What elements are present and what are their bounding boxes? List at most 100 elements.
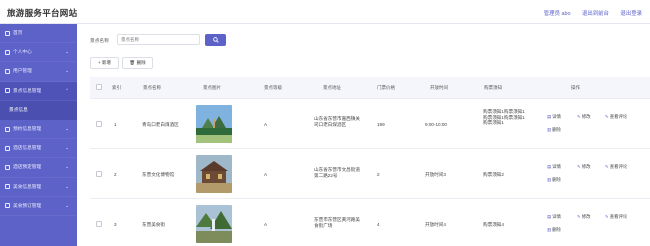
row-price: 2 <box>377 172 380 177</box>
row-notes: 购票须知1购票须知1购票须知1购票须知1购票须知1 <box>483 109 525 126</box>
detail-button[interactable]: ▤详情 <box>547 164 561 170</box>
row-name: 青岛口老白煤酒区 <box>142 122 179 127</box>
sidebar-item-label: 美食信息管理 <box>13 183 42 189</box>
back-to-frontend-link[interactable]: 退出到前台 <box>582 11 609 17</box>
detail-label: 详情 <box>552 114 561 119</box>
col-notes[interactable]: 购票须知 <box>484 85 502 91</box>
sidebar-subitem-attraction-info[interactable]: 景点信息 <box>0 100 77 120</box>
select-all-checkbox[interactable] <box>96 84 102 90</box>
edit-label: 修改 <box>581 164 591 169</box>
detail-button[interactable]: ▤详情 <box>547 214 561 220</box>
sidebar-item-label: 景点信息管理 <box>13 87 42 93</box>
edit-button[interactable]: ✎修改 <box>577 164 590 170</box>
table-row: 2 东营文化博物馆 A 山东省东营市文昌街道第二路22号 2 开放时间3 购票须… <box>90 149 650 199</box>
chevron-down-icon: ⌄ <box>65 202 69 208</box>
row-index: 1 <box>114 122 117 127</box>
col-address[interactable]: 景点地址 <box>323 85 341 91</box>
map-icon <box>5 88 10 94</box>
edit-button[interactable]: ✎修改 <box>577 214 590 220</box>
search-label: 景点名称 <box>90 38 109 43</box>
chevron-down-icon: ⌄ <box>65 164 69 170</box>
edit-icon: ✎ <box>577 214 581 219</box>
view-comments-button[interactable]: ✎查看评论 <box>605 114 627 120</box>
row-checkbox[interactable] <box>96 221 102 227</box>
row-address: 山东省东营市嘉西镇关司口老白煤酒区 <box>314 116 360 127</box>
sidebar-item-label: 个人中心 <box>13 49 32 55</box>
sidebar-item-user-management[interactable]: 用户管理 ⌄ <box>0 62 77 82</box>
trash-icon: ▥ <box>547 127 552 132</box>
sidebar-subitem-label: 景点信息 <box>9 107 28 113</box>
sidebar-item-label: 美食预订管理 <box>13 202 42 208</box>
trash-icon: ▥ <box>547 227 552 232</box>
table-header: 索引 景点名称 景点图片 景点等级 景点地址 门票价格 开放时间 购票须知 操作 <box>90 77 650 99</box>
col-open-time[interactable]: 开放时间 <box>430 85 448 91</box>
row-delete-label: 删除 <box>552 127 561 132</box>
chevron-down-icon: ⌄ <box>65 145 69 151</box>
doc-icon: ▤ <box>547 114 552 119</box>
attraction-image <box>196 205 232 243</box>
chevron-down-icon: ⌄ <box>65 49 69 55</box>
sidebar-item-reservation-management[interactable]: 预约信息管理 ⌄ <box>0 120 77 140</box>
row-index: 3 <box>114 222 117 227</box>
delete-button[interactable]: 🗑 删除 <box>122 57 153 69</box>
table-row: 3 东营美食街 A 东营市东营区黄河路美食街广场 4 开放时间4 购票须知4 ▤… <box>90 199 650 246</box>
sidebar-item-food-management[interactable]: 美食信息管理 ⌄ <box>0 178 77 197</box>
view-comments-button[interactable]: ✎查看评论 <box>605 214 627 220</box>
comments-label: 查看评论 <box>609 164 628 169</box>
user-icon <box>5 49 10 55</box>
hotel-icon <box>5 145 10 151</box>
row-notes: 购票须知2 <box>483 172 504 177</box>
col-level[interactable]: 景点等级 <box>264 85 282 91</box>
row-delete-label: 删除 <box>552 177 561 182</box>
row-delete-button[interactable]: ▥删除 <box>547 227 561 233</box>
sidebar-item-attraction-management[interactable]: 景点信息管理 ⌃ <box>0 81 77 101</box>
edit-button[interactable]: ✎修改 <box>577 114 590 120</box>
search-button[interactable] <box>205 34 226 46</box>
search-input[interactable] <box>117 34 200 45</box>
row-delete-button[interactable]: ▥删除 <box>547 127 561 133</box>
row-index: 2 <box>114 172 117 177</box>
col-name[interactable]: 景点名称 <box>143 85 161 91</box>
users-icon <box>5 68 10 74</box>
sidebar-item-hotel-booking-management[interactable]: 酒店预定管理 ⌄ <box>0 158 77 178</box>
col-index: 索引 <box>112 85 121 90</box>
row-checkbox[interactable] <box>96 171 102 177</box>
header-links: 管理员 abo 退出到前台 退出登录 <box>544 9 642 17</box>
booking-icon <box>5 164 10 170</box>
sidebar-item-hotel-management[interactable]: 酒店信息管理 ⌄ <box>0 139 77 159</box>
row-level: A <box>264 222 268 227</box>
trash-icon: 🗑 <box>129 60 136 65</box>
view-comments-button[interactable]: ✎查看评论 <box>605 164 627 170</box>
chevron-up-icon: ⌃ <box>65 87 69 93</box>
chevron-down-icon: ⌄ <box>65 68 69 74</box>
search-icon <box>212 37 219 43</box>
comment-icon: ✎ <box>605 114 609 119</box>
detail-button[interactable]: ▤详情 <box>547 114 561 120</box>
food-icon <box>5 184 10 190</box>
row-checkbox[interactable] <box>96 121 102 127</box>
sidebar-item-label: 酒店预定管理 <box>13 164 42 170</box>
row-price: 4 <box>377 222 380 227</box>
row-delete-button[interactable]: ▥删除 <box>547 177 561 183</box>
chevron-down-icon: ⌄ <box>65 125 69 131</box>
row-delete-label: 删除 <box>552 227 561 232</box>
logout-link[interactable]: 退出登录 <box>620 11 642 17</box>
add-button[interactable]: + 新增 <box>90 57 119 69</box>
trash-icon: ▥ <box>547 177 552 182</box>
doc-icon: ▤ <box>547 164 552 169</box>
comment-icon: ✎ <box>605 164 609 169</box>
comments-label: 查看评论 <box>609 214 628 219</box>
sidebar-item-personal-center[interactable]: 个人中心 ⌄ <box>0 43 77 63</box>
edit-icon: ✎ <box>577 114 581 119</box>
row-name: 东营文化博物馆 <box>142 172 175 177</box>
sidebar-item-label: 用户管理 <box>13 68 32 74</box>
col-price[interactable]: 门票价格 <box>377 85 395 91</box>
col-image: 景点图片 <box>203 85 221 90</box>
edit-label: 修改 <box>581 214 591 219</box>
row-level: A <box>264 172 268 177</box>
sidebar-item-home[interactable]: 首页 <box>0 24 77 44</box>
sidebar-item-food-order-management[interactable]: 美食预订管理 ⌄ <box>0 197 77 216</box>
detail-label: 详情 <box>552 164 561 169</box>
row-notes: 购票须知4 <box>483 222 504 227</box>
chevron-down-icon: ⌄ <box>65 183 69 189</box>
